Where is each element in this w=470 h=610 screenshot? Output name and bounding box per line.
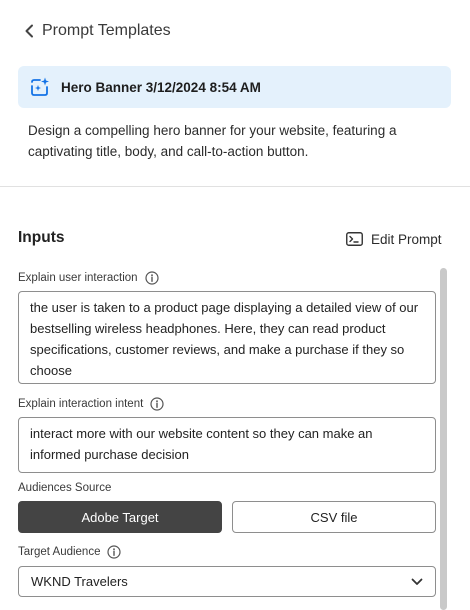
interaction-intent-textarea[interactable]: interact more with our website content s… — [18, 417, 436, 473]
user-interaction-textarea[interactable]: the user is taken to a product page disp… — [18, 291, 436, 384]
edit-prompt-label: Edit Prompt — [371, 231, 442, 247]
user-interaction-label: Explain user interaction — [18, 271, 159, 285]
target-audience-label: Target Audience — [18, 545, 122, 559]
edit-prompt-button[interactable]: Edit Prompt — [346, 229, 442, 249]
ai-sparkle-icon — [31, 77, 49, 96]
back-to-prompt-templates[interactable]: Prompt Templates — [24, 20, 171, 42]
scrollbar-thumb[interactable] — [440, 268, 447, 610]
chevron-left-icon — [25, 24, 33, 38]
audiences-source-label-text: Audiences Source — [18, 482, 112, 494]
user-interaction-label-text: Explain user interaction — [18, 272, 138, 284]
info-icon[interactable] — [107, 545, 122, 559]
inputs-heading: Inputs — [18, 229, 65, 246]
interaction-intent-label-text: Explain interaction intent — [18, 398, 144, 410]
target-audience-select[interactable]: WKND Travelers — [18, 566, 436, 597]
info-icon[interactable] — [144, 271, 159, 285]
section-divider — [0, 186, 470, 187]
target-audience-label-text: Target Audience — [18, 546, 101, 558]
terminal-icon — [346, 232, 363, 246]
target-audience-value: WKND Travelers — [31, 574, 128, 589]
template-banner: Hero Banner 3/12/2024 8:54 AM — [18, 66, 451, 108]
interaction-intent-label: Explain interaction intent — [18, 397, 164, 411]
template-title: Hero Banner 3/12/2024 8:54 AM — [61, 79, 261, 95]
audience-source-adobe-target-button[interactable]: Adobe Target — [18, 501, 222, 533]
chevron-down-icon — [411, 578, 423, 585]
info-icon[interactable] — [150, 397, 164, 411]
back-label: Prompt Templates — [42, 22, 171, 39]
template-description: Design a compelling hero banner for your… — [28, 123, 397, 159]
audience-source-csv-file-button[interactable]: CSV file — [232, 501, 436, 533]
audiences-source-label: Audiences Source — [18, 482, 111, 494]
